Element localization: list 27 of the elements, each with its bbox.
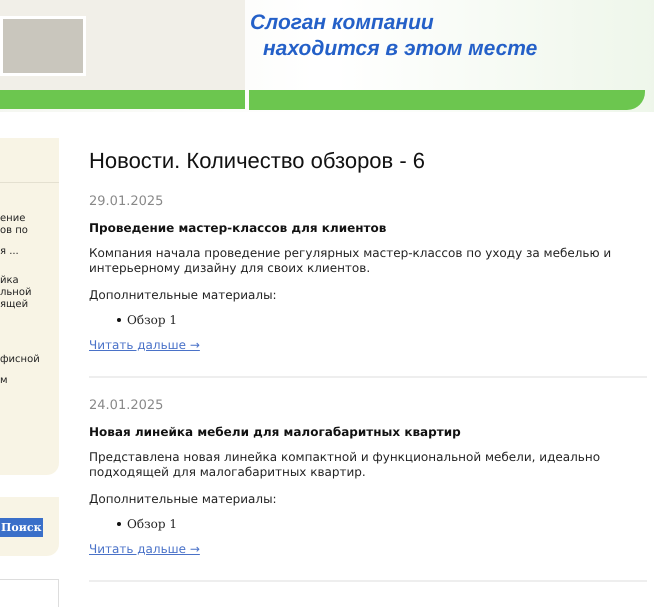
sidebar-panel: [0, 579, 59, 607]
news-text: Компания начала проведение регулярных мастер-классов по уходу за мебелью и интерьерному дизайну для своих клиентов.: [89, 246, 612, 276]
news-link[interactable]: я ...: [0, 246, 59, 258]
news-text: Представлена новая линейка компактной и функциональной мебели, идеально подходящей для малогабаритных квартир.: [89, 450, 602, 480]
news-headline: Проведение мастер-классов для клиентов: [89, 220, 388, 236]
material-link[interactable]: Обзор 1: [127, 516, 177, 532]
slogan-text: Слоган компании: [250, 10, 435, 36]
materials-label: Дополнительные материалы:: [89, 287, 278, 303]
news-link[interactable]: йка: [0, 275, 59, 287]
materials-label: Дополнительные материалы:: [89, 491, 278, 507]
search-button[interactable]: Поиск: [0, 518, 43, 536]
read-more-link[interactable]: Читать дальше →: [89, 541, 200, 557]
material-link[interactable]: Обзор 1: [127, 312, 177, 328]
news-link[interactable]: льной: [0, 287, 59, 299]
news-link[interactable]: ов по: [0, 225, 59, 237]
slogan-text: находится в этом месте: [262, 36, 538, 62]
news-link[interactable]: фисной: [0, 354, 59, 366]
bullet-icon: [117, 318, 121, 322]
news-link[interactable]: ящей: [0, 299, 59, 311]
news-date: 24.01.2025: [89, 398, 164, 414]
read-more-link[interactable]: Читать дальше →: [89, 337, 200, 353]
news-link[interactable]: м: [0, 375, 59, 387]
news-date: 29.01.2025: [89, 194, 164, 210]
page-title: Новости. Количество обзоров - 6: [89, 148, 426, 174]
bullet-icon: [117, 522, 121, 526]
news-link[interactable]: ение: [0, 213, 59, 225]
news-headline: Новая линейка мебели для малогабаритных квартир: [89, 424, 462, 440]
